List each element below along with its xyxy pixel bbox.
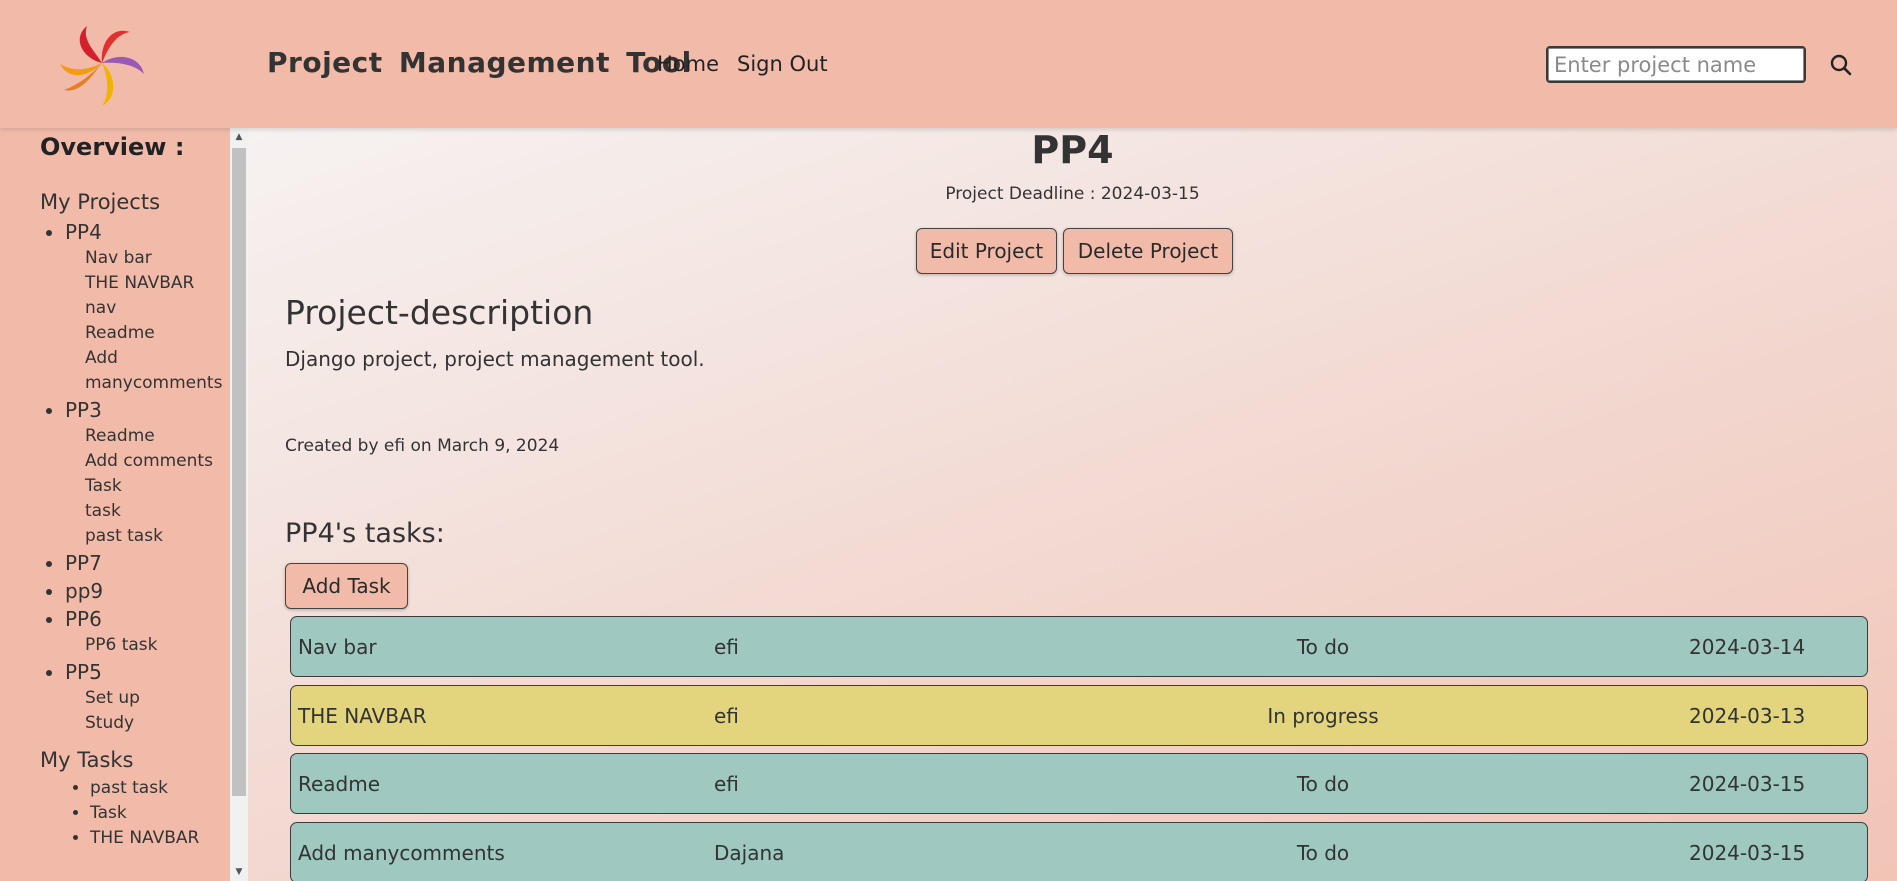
brand-title[interactable]: Project Management Tool (267, 46, 692, 79)
task-name: Add manycomments (298, 841, 505, 865)
task-status: To do (1296, 772, 1350, 796)
sidebar-task-link[interactable]: nav (85, 296, 230, 321)
sidebar-project-pp9[interactable]: pp9 (65, 577, 230, 605)
sidebar-project-name[interactable]: PP4 (65, 220, 102, 244)
sidebar-task-link[interactable]: Set up (85, 686, 230, 711)
project-description: Django project, project management tool. (285, 347, 705, 371)
sidebar-project-name[interactable]: PP6 (65, 607, 102, 631)
sidebar-project-pp4[interactable]: PP4 Nav bar THE NAVBAR nav Readme Add ma… (65, 218, 230, 396)
task-row[interactable]: Readme efi To do 2024-03-15 (290, 753, 1868, 814)
task-name: Nav bar (298, 635, 377, 659)
task-assignee: efi (714, 772, 739, 796)
sidebar-task-link[interactable]: Nav bar (85, 246, 230, 271)
project-created-info: Created by efi on March 9, 2024 (285, 436, 560, 456)
task-status: To do (1296, 841, 1350, 865)
tasks-heading: PP4's tasks: (285, 518, 445, 549)
sidebar-task-link[interactable]: manycomments (85, 371, 230, 396)
sidebar-project-name[interactable]: PP5 (65, 660, 102, 684)
sidebar-task-link[interactable]: past task (85, 524, 230, 549)
task-status: To do (1296, 635, 1350, 659)
sidebar-my-tasks-list: past task Task THE NAVBAR (40, 776, 230, 851)
top-navbar: Project Management Tool Home Sign Out (0, 0, 1897, 128)
sidebar-overview-heading: Overview : (40, 133, 185, 161)
task-assignee: Dajana (714, 841, 785, 865)
sidebar-task-link[interactable]: PP6 task (85, 633, 230, 658)
sidebar-project-pp6[interactable]: PP6 PP6 task (65, 605, 230, 658)
sidebar-task-link[interactable]: Study (85, 711, 230, 736)
edit-project-button[interactable]: Edit Project (916, 228, 1057, 274)
project-search-input[interactable] (1546, 46, 1806, 83)
sidebar-project-pp3[interactable]: PP3 Readme Add comments Task task past t… (65, 396, 230, 549)
nav-home-link[interactable]: Home (657, 52, 719, 76)
project-detail-panel: PP4 Project Deadline : 2024-03-15 Edit P… (248, 128, 1897, 881)
sidebar-project-name[interactable]: PP7 (65, 551, 102, 575)
project-deadline: Project Deadline : 2024-03-15 (945, 184, 1200, 204)
delete-project-button[interactable]: Delete Project (1063, 228, 1233, 274)
sidebar-project-pp5[interactable]: PP5 Set up Study (65, 658, 230, 736)
scrollbar-thumb[interactable] (232, 148, 246, 796)
task-row[interactable]: Nav bar efi To do 2024-03-14 (290, 616, 1868, 677)
task-assignee: efi (714, 635, 739, 659)
sidebar-task-link[interactable]: Readme (85, 424, 230, 449)
sidebar-project-list: PP4 Nav bar THE NAVBAR nav Readme Add ma… (40, 218, 230, 736)
my-task-link[interactable]: THE NAVBAR (90, 826, 230, 851)
task-name: THE NAVBAR (298, 704, 427, 728)
sidebar-task-link[interactable]: Add comments (85, 449, 230, 474)
task-row[interactable]: Add manycomments Dajana To do 2024-03-15 (290, 822, 1868, 881)
scroll-down-arrow-icon[interactable]: ▼ (230, 863, 248, 881)
sidebar-scrollbar[interactable]: ▲ ▼ (230, 128, 248, 881)
task-assignee: efi (714, 704, 739, 728)
task-status: In progress (1267, 704, 1379, 728)
project-title: PP4 (1031, 128, 1114, 172)
sidebar-task-link[interactable]: Add (85, 346, 230, 371)
nav-signout-link[interactable]: Sign Out (737, 52, 828, 76)
sidebar-project-pp7[interactable]: PP7 (65, 549, 230, 577)
sidebar-task-link[interactable]: THE NAVBAR (85, 271, 230, 296)
logo-icon[interactable] (52, 18, 152, 112)
sidebar: Overview : My Projects PP4 Nav bar THE N… (0, 128, 230, 881)
my-task-link[interactable]: past task (90, 776, 230, 801)
my-tasks-heading: My Tasks (40, 748, 134, 772)
scroll-up-arrow-icon[interactable]: ▲ (230, 128, 248, 146)
my-projects-heading: My Projects (40, 190, 161, 214)
add-task-button[interactable]: Add Task (285, 563, 408, 609)
sidebar-task-link[interactable]: Readme (85, 321, 230, 346)
task-due-date: 2024-03-15 (1689, 841, 1806, 865)
search-icon[interactable] (1828, 52, 1854, 78)
sidebar-task-link[interactable]: Task (85, 474, 230, 499)
task-row[interactable]: THE NAVBAR efi In progress 2024-03-13 (290, 685, 1868, 746)
task-due-date: 2024-03-13 (1689, 704, 1806, 728)
sidebar-project-name[interactable]: PP3 (65, 398, 102, 422)
sidebar-project-name[interactable]: pp9 (65, 579, 103, 603)
my-task-link[interactable]: Task (90, 801, 230, 826)
task-due-date: 2024-03-14 (1689, 635, 1806, 659)
sidebar-task-link[interactable]: task (85, 499, 230, 524)
description-heading: Project-description (285, 293, 594, 332)
task-due-date: 2024-03-15 (1689, 772, 1806, 796)
task-name: Readme (298, 772, 381, 796)
